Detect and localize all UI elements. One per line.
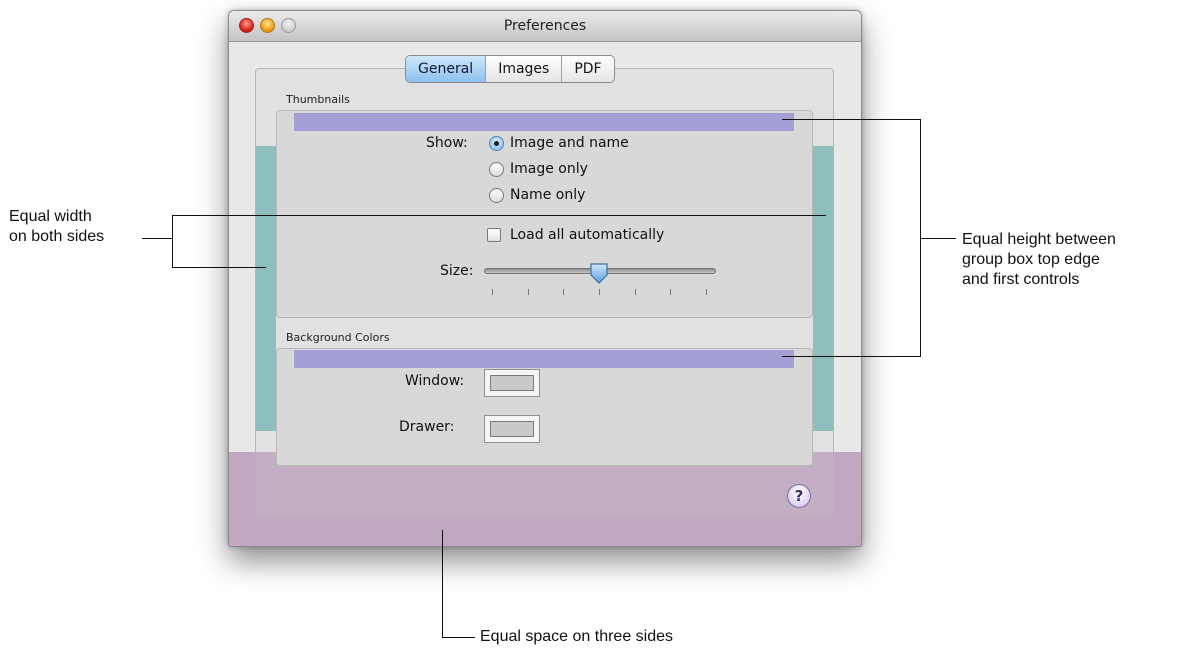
drawer-color-label: Drawer: <box>399 419 455 435</box>
slider-tick <box>492 289 493 295</box>
annotation-right-tick <box>920 238 956 239</box>
tab-general[interactable]: General <box>406 56 487 82</box>
background-colors-top-spacing-overlay <box>294 350 794 368</box>
window-title: Preferences <box>503 18 587 34</box>
size-label: Size: <box>440 263 474 279</box>
window-color-well[interactable] <box>484 369 540 397</box>
title-bar[interactable]: Preferences <box>229 11 861 42</box>
load-all-label[interactable]: Load all automatically <box>510 227 664 243</box>
background-colors-group-label: Background Colors <box>286 331 390 344</box>
annotation-bottom-leader <box>442 530 443 638</box>
slider-tick <box>563 289 564 295</box>
thumbnails-group-label: Thumbnails <box>286 93 350 106</box>
annotation-right-line3: and first controls <box>962 271 1080 288</box>
radio-image-and-name[interactable] <box>489 136 504 151</box>
radio-image-and-name-label[interactable]: Image and name <box>510 135 629 151</box>
left-margin-overlay-top <box>256 146 276 431</box>
radio-name-only-label[interactable]: Name only <box>510 187 585 203</box>
drawer-color-well[interactable] <box>484 415 540 443</box>
annotation-bottom-tick <box>442 637 475 638</box>
slider-tick <box>528 289 529 295</box>
right-margin-overlay-top <box>813 146 833 431</box>
slider-tick <box>706 289 707 295</box>
annotation-right-line2: group box top edge <box>962 251 1100 268</box>
tab-pdf[interactable]: PDF <box>562 56 613 82</box>
slider-tick <box>599 289 600 295</box>
tab-segmented-control: General Images PDF <box>405 55 615 83</box>
show-label: Show: <box>426 135 468 151</box>
radio-name-only[interactable] <box>489 188 504 203</box>
annotation-left-tick <box>142 238 172 239</box>
annotation-left-upper-leader <box>172 215 826 216</box>
slider-tick <box>670 289 671 295</box>
load-all-checkbox[interactable] <box>487 228 501 242</box>
help-button[interactable]: ? <box>787 484 811 508</box>
thumbnails-top-spacing-overlay <box>294 113 794 131</box>
annotation-bottom-text: Equal space on three sides <box>480 628 674 645</box>
tab-images[interactable]: Images <box>486 56 563 82</box>
radio-image-only[interactable] <box>489 162 504 177</box>
annotation-right-upper-leader <box>782 119 921 120</box>
annotation-left-line2: on both sides <box>9 228 105 245</box>
radio-image-only-label[interactable]: Image only <box>510 161 588 177</box>
slider-tick <box>635 289 636 295</box>
annotation-right-line1: Equal height between <box>962 231 1116 248</box>
window-color-label: Window: <box>405 373 465 389</box>
annotation-left-line1: Equal width <box>9 208 92 225</box>
size-slider-knob[interactable] <box>589 262 609 284</box>
annotation-left-lower-leader <box>172 267 266 268</box>
annotation-right-lower-leader <box>782 356 921 357</box>
annotation-left-bracket <box>172 215 173 268</box>
